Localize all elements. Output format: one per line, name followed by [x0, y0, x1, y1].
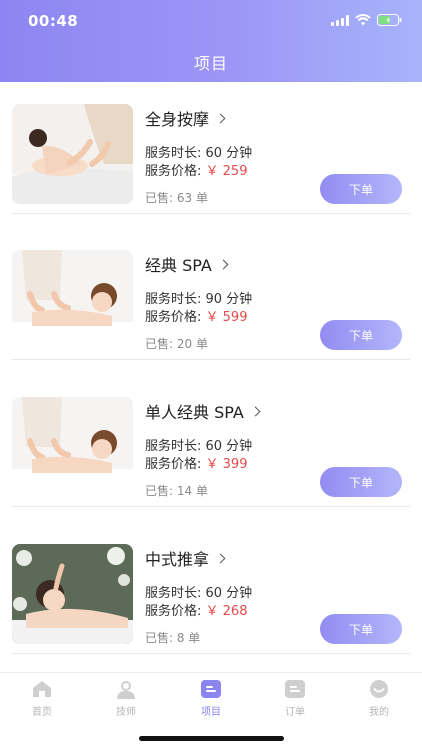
- service-name: 中式推拿: [145, 550, 210, 569]
- service-price: ￥ 399: [205, 457, 248, 472]
- tab-profile[interactable]: 我的: [349, 679, 409, 718]
- signal-icon: [331, 14, 349, 26]
- service-price: ￥ 268: [205, 604, 248, 619]
- tab-label: 首页: [32, 707, 52, 718]
- service-image: [12, 250, 133, 350]
- divider: [12, 213, 410, 214]
- order-button[interactable]: 下单: [320, 174, 402, 204]
- service-name: 单人经典 SPA: [145, 403, 244, 422]
- status-time: 00:48: [28, 12, 79, 30]
- page-title: 项目: [193, 54, 228, 73]
- service-image: [12, 397, 133, 497]
- chevron-right-icon: [218, 259, 229, 270]
- order-button[interactable]: 下单: [320, 614, 402, 644]
- divider: [12, 359, 410, 360]
- list-item[interactable]: 中式推拿 服务时长: 60 分钟 服务价格: ￥ 268 已售: 8 单 下单: [0, 522, 422, 668]
- status-bar: 00:48: [0, 0, 422, 40]
- service-price-row: 服务价格: ￥ 399: [145, 453, 247, 472]
- service-price: ￥ 599: [205, 310, 248, 325]
- list-item[interactable]: 全身按摩 服务时长: 60 分钟 服务价格: ￥ 259 已售: 63 单 下单: [0, 82, 422, 228]
- status-icons: [331, 14, 402, 26]
- home-indicator: [139, 736, 284, 741]
- divider: [12, 653, 410, 654]
- service-duration: 服务时长: 60 分钟: [145, 146, 253, 161]
- tab-technician[interactable]: 技师: [96, 679, 156, 718]
- tab-label: 项目: [201, 707, 221, 718]
- service-price-label: 服务价格:: [145, 457, 202, 472]
- service-price-row: 服务价格: ￥ 259: [145, 160, 247, 179]
- chevron-right-icon: [250, 406, 261, 417]
- service-price-label: 服务价格:: [145, 604, 202, 619]
- order-icon: [285, 680, 305, 698]
- sold-count: 已售: 20 单: [145, 337, 208, 351]
- tab-label: 技师: [116, 707, 136, 718]
- service-duration: 服务时长: 90 分钟: [145, 292, 253, 307]
- chevron-right-icon: [215, 113, 226, 124]
- service-name-link[interactable]: 单人经典 SPA: [145, 399, 261, 423]
- order-button[interactable]: 下单: [320, 320, 402, 350]
- home-icon: [33, 681, 51, 697]
- tab-orders[interactable]: 订单: [265, 679, 325, 718]
- wifi-icon: [355, 14, 371, 26]
- service-price-label: 服务价格:: [145, 164, 202, 179]
- header: 00:48 项目: [0, 0, 422, 82]
- divider: [12, 506, 410, 507]
- profile-icon: [370, 680, 388, 698]
- service-name: 经典 SPA: [145, 256, 212, 275]
- service-name-link[interactable]: 中式推拿: [145, 546, 226, 570]
- service-image: [12, 104, 133, 204]
- list-item[interactable]: 经典 SPA 服务时长: 90 分钟 服务价格: ￥ 599 已售: 20 单 …: [0, 228, 422, 374]
- tab-project[interactable]: 项目: [181, 679, 241, 718]
- service-image: [12, 544, 133, 644]
- sold-count: 已售: 14 单: [145, 484, 208, 498]
- service-name-link[interactable]: 经典 SPA: [145, 252, 229, 276]
- project-icon: [201, 680, 221, 698]
- service-name: 全身按摩: [145, 110, 210, 129]
- tab-label: 订单: [285, 707, 305, 718]
- sold-count: 已售: 63 单: [145, 191, 208, 205]
- service-duration: 服务时长: 60 分钟: [145, 439, 253, 454]
- service-price-label: 服务价格:: [145, 310, 202, 325]
- tab-label: 我的: [369, 707, 389, 718]
- technician-icon: [117, 681, 135, 699]
- service-price-row: 服务价格: ￥ 599: [145, 306, 247, 325]
- battery-icon: [377, 14, 402, 26]
- service-price-row: 服务价格: ￥ 268: [145, 600, 247, 619]
- tab-home[interactable]: 首页: [12, 679, 72, 718]
- service-price: ￥ 259: [205, 164, 248, 179]
- list-item[interactable]: 单人经典 SPA 服务时长: 60 分钟 服务价格: ￥ 399 已售: 14 …: [0, 375, 422, 521]
- service-name-link[interactable]: 全身按摩: [145, 106, 226, 130]
- service-duration: 服务时长: 60 分钟: [145, 586, 253, 601]
- chevron-right-icon: [215, 553, 226, 564]
- order-button[interactable]: 下单: [320, 467, 402, 497]
- sold-count: 已售: 8 单: [145, 631, 201, 645]
